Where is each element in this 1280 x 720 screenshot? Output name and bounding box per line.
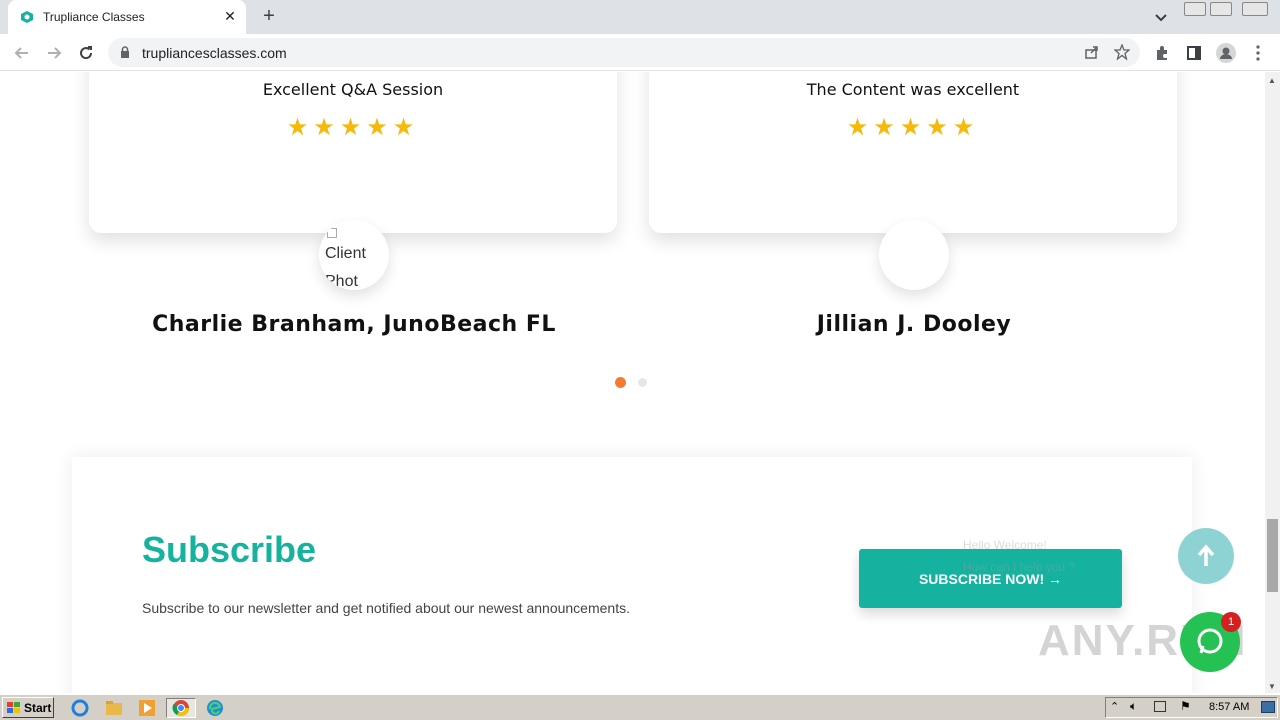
scroll-up-arrow-icon[interactable]: ▲ — [1268, 76, 1276, 85]
system-tray: ⌃ 🔈︎ ⚑ 8:57 AM — [1105, 697, 1278, 718]
tab-search-chevron-icon[interactable] — [1152, 8, 1170, 26]
client-avatar: Client Phot — [319, 220, 389, 290]
internet-explorer-icon[interactable] — [68, 698, 92, 718]
carousel-dot[interactable] — [638, 378, 647, 387]
address-bar[interactable]: trupliancesclasses.com — [108, 38, 1140, 67]
tab-close-icon[interactable]: ✕ — [222, 8, 238, 24]
testimonial-headline: The Content was excellent — [806, 80, 1020, 99]
testimonial-card: Excellent Q&A Session ★★★★★ — [89, 72, 617, 233]
side-panel-icon[interactable] — [1184, 43, 1204, 63]
scrollbar-thumb[interactable] — [1267, 519, 1278, 592]
back-button[interactable] — [10, 41, 34, 65]
minimize-button[interactable] — [1184, 2, 1206, 16]
chat-greeting-line: How can I help you ? — [963, 560, 1076, 574]
notification-badge: 1 — [1221, 612, 1241, 632]
forward-arrow-icon — [48, 47, 62, 59]
edge-icon[interactable] — [203, 698, 227, 718]
volume-icon[interactable]: 🔈︎ — [1130, 699, 1137, 714]
avatar-alt-text: Client Phot — [325, 245, 366, 290]
subscribe-section: Subscribe Subscribe to our newsletter an… — [72, 457, 1192, 693]
network-icon[interactable] — [1154, 701, 1166, 712]
scroll-down-arrow-icon[interactable]: ▼ — [1268, 682, 1276, 691]
star-rating: ★★★★★ — [286, 114, 420, 141]
menu-kebab-icon[interactable] — [1248, 43, 1268, 63]
forward-button[interactable] — [42, 41, 66, 65]
restore-button[interactable] — [1210, 2, 1232, 16]
share-icon[interactable] — [1084, 44, 1100, 60]
subscribe-heading: Subscribe — [142, 529, 317, 570]
os-taskbar: Start ⌃ 🔈︎ ⚑ 8:57 AM — [0, 694, 1280, 720]
client-name: Jillian J. Dooley — [816, 312, 1012, 337]
client-name: Charlie Branham, JunoBeach FL — [152, 312, 556, 337]
chat-greeting-line: Hello Welcome! — [963, 538, 1047, 552]
windows-logo-icon — [7, 701, 20, 713]
arrow-up-icon — [1197, 544, 1215, 566]
lock-icon — [121, 46, 129, 58]
broken-image-icon — [327, 228, 337, 238]
extensions-icon[interactable] — [1152, 43, 1172, 63]
tab-strip: Trupliance Classes ✕ + — [0, 0, 1280, 34]
start-label: Start — [24, 700, 52, 715]
window-close-button[interactable] — [1242, 2, 1268, 16]
browser-toolbar: trupliancesclasses.com — [0, 34, 1280, 71]
testimonial-headline: Excellent Q&A Session — [262, 80, 444, 99]
subscribe-now-button[interactable]: SUBSCRIBE NOW! → — [859, 549, 1122, 608]
star-rating: ★★★★★ — [846, 114, 980, 141]
carousel-dot-active[interactable] — [615, 377, 626, 388]
active-tab[interactable]: Trupliance Classes ✕ — [8, 0, 246, 34]
chat-bubble-icon — [1197, 628, 1223, 654]
reload-icon — [80, 46, 93, 60]
tab-title: Trupliance Classes — [43, 10, 145, 24]
file-explorer-icon[interactable] — [102, 698, 126, 718]
url-text: trupliancesclasses.com — [142, 45, 287, 61]
back-arrow-icon — [14, 47, 28, 59]
flag-icon[interactable]: ⚑ — [1180, 699, 1191, 713]
site-favicon-icon — [21, 11, 33, 23]
clock: 8:57 AM — [1209, 701, 1250, 713]
show-desktop-icon[interactable] — [1261, 701, 1275, 713]
bookmark-star-icon[interactable] — [1114, 44, 1130, 60]
testimonial-card: The Content was excellent ★★★★★ — [649, 72, 1177, 233]
page-scrollbar[interactable]: ▲ ▼ — [1265, 72, 1280, 693]
subscribe-description: Subscribe to our newsletter and get noti… — [142, 600, 630, 616]
tray-expand-icon[interactable]: ⌃ — [1110, 700, 1119, 713]
back-to-top-button[interactable] — [1178, 528, 1234, 584]
start-button[interactable]: Start — [2, 697, 54, 718]
chrome-taskbar-icon[interactable] — [166, 698, 196, 718]
media-player-icon[interactable] — [135, 698, 159, 718]
reload-button[interactable] — [74, 41, 98, 65]
page-viewport: Excellent Q&A Session ★★★★★ The Content … — [0, 72, 1265, 693]
client-avatar — [879, 220, 949, 290]
new-tab-button[interactable]: + — [258, 6, 280, 28]
profile-avatar-icon[interactable] — [1216, 43, 1236, 63]
